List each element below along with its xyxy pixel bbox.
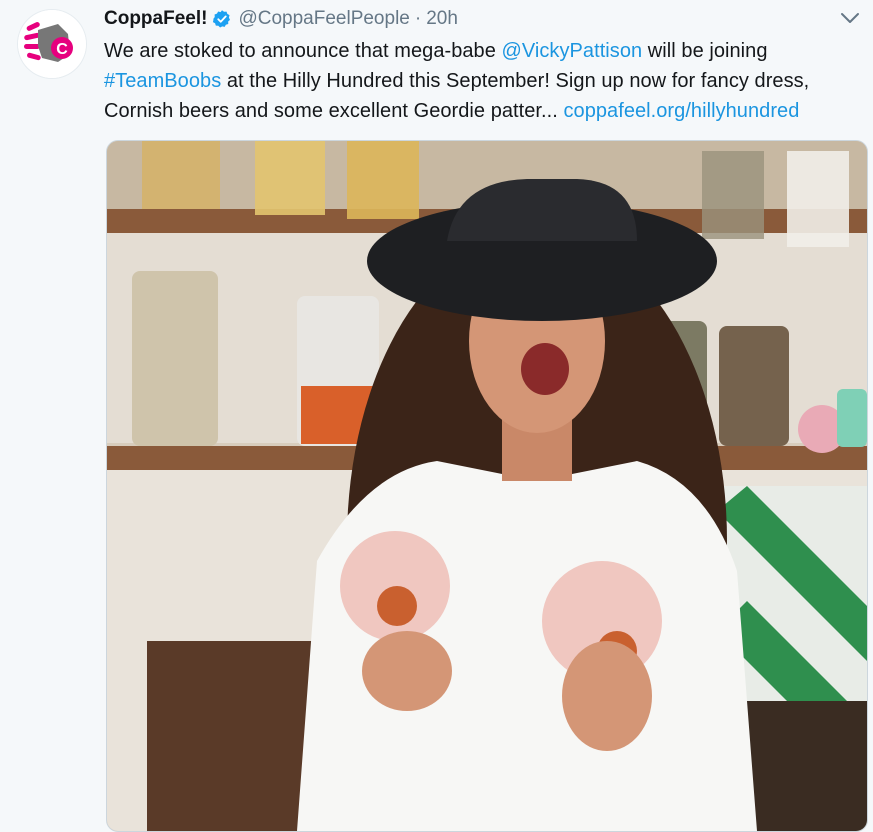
tweet-photo[interactable]	[106, 140, 868, 832]
mention-link[interactable]: @VickyPattison	[502, 40, 643, 62]
tweet-text-part: We are stoked to announce that mega-babe	[104, 40, 502, 62]
chevron-down-icon[interactable]	[839, 10, 861, 26]
handle[interactable]: @CoppaFeelPeople	[238, 8, 409, 30]
display-name[interactable]: CoppaFeel!	[104, 8, 207, 30]
photo-woman-in-kitchen	[107, 141, 867, 831]
timestamp[interactable]: 20h	[426, 8, 458, 30]
url-link[interactable]: coppafeel.org/hillyhundred	[563, 100, 799, 122]
tweet[interactable]: C CoppaFeel! @CoppaFeelPeople · 20h We a…	[0, 0, 873, 832]
separator-dot: ·	[414, 8, 422, 29]
tweet-header: CoppaFeel! @CoppaFeelPeople · 20h	[104, 6, 458, 32]
svg-text:C: C	[56, 41, 68, 58]
avatar[interactable]: C	[18, 10, 86, 78]
verified-badge-icon	[213, 10, 231, 28]
tweet-text-part: will be joining	[642, 40, 768, 62]
tweet-text: We are stoked to announce that mega-babe…	[104, 36, 844, 126]
coppafeel-hand-logo-icon: C	[18, 10, 86, 78]
hashtag-link[interactable]: #TeamBoobs	[104, 70, 221, 92]
